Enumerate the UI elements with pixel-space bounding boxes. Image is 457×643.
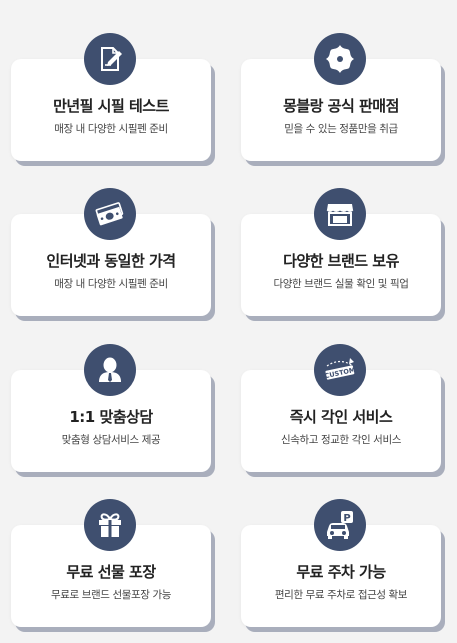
gift-box-icon	[84, 499, 136, 551]
feature-desc: 무료로 브랜드 선물포장 가능	[51, 589, 171, 601]
feature-title: 다양한 브랜드 보유	[283, 252, 399, 270]
feature-desc: 매장 내 다양한 시필펜 준비	[54, 123, 168, 135]
feature-desc: 편리한 무료 주차로 접근성 확보	[274, 589, 408, 601]
storefront-icon	[314, 188, 366, 240]
feature-desc: 신속하고 정교한 각인 서비스	[281, 434, 401, 446]
money-bills-icon	[84, 188, 136, 240]
feature-title: 몽블랑 공식 판매점	[283, 97, 399, 115]
montblanc-star-icon	[314, 33, 366, 85]
person-bust-icon	[84, 344, 136, 396]
feature-desc: 맞춤형 상담서비스 제공	[61, 434, 161, 446]
feature-desc: 믿을 수 있는 정품만을 취급	[284, 123, 398, 135]
custom-engraving-icon: CUSTOM	[314, 344, 366, 396]
feature-desc: 다양한 브랜드 실물 확인 및 픽업	[273, 278, 409, 290]
svg-text:CUSTOM: CUSTOM	[324, 366, 356, 380]
feature-title: 1:1 맞춤상담	[69, 408, 153, 426]
pen-paper-icon	[84, 33, 136, 85]
feature-title: 즉시 각인 서비스	[289, 408, 393, 426]
feature-title: 무료 주차 가능	[296, 563, 386, 581]
feature-title: 인터넷과 동일한 가격	[46, 252, 176, 270]
feature-title: 무료 선물 포장	[66, 563, 156, 581]
svg-text:P: P	[343, 513, 350, 524]
parking-car-icon: P	[314, 499, 366, 551]
feature-desc: 매장 내 다양한 시필펜 준비	[54, 278, 168, 290]
feature-title: 만년필 시필 테스트	[53, 97, 169, 115]
